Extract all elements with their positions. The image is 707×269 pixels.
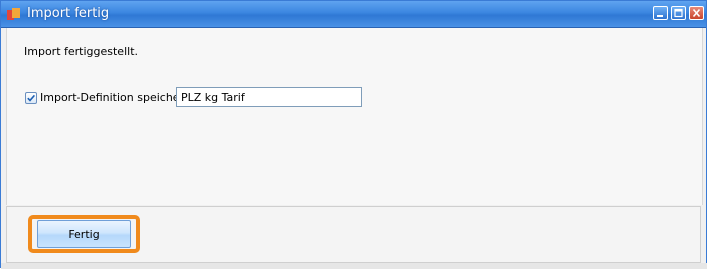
button-bar: Fertig — [6, 206, 701, 263]
dialog-window: Import fertig Import fertiggestellt. Imp… — [0, 0, 707, 269]
checkmark-icon — [27, 94, 36, 102]
maximize-icon — [674, 8, 683, 18]
status-bar — [1, 263, 707, 269]
definition-name-input[interactable] — [176, 87, 362, 107]
content-panel: Import fertiggestellt. Import-Definition… — [6, 28, 703, 205]
finish-button[interactable]: Fertig — [37, 220, 131, 248]
window-title: Import fertig — [27, 6, 110, 21]
maximize-button[interactable] — [671, 6, 686, 20]
save-definition-checkbox[interactable] — [25, 92, 37, 104]
minimize-button[interactable] — [653, 6, 668, 20]
status-message: Import fertiggestellt. — [24, 45, 139, 58]
minimize-icon — [657, 15, 663, 17]
close-icon — [692, 8, 701, 18]
save-definition-label[interactable]: Import-Definition speichern — [40, 91, 191, 104]
title-bar[interactable]: Import fertig — [1, 1, 706, 28]
close-button[interactable] — [689, 6, 704, 20]
app-icon — [6, 6, 22, 22]
